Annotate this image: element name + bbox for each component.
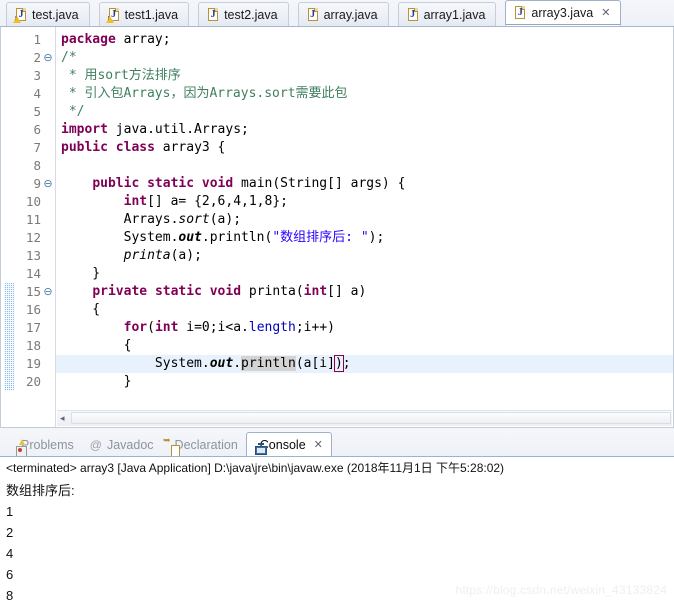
editor-tab-label: array.java bbox=[323, 7, 378, 22]
java-file-icon: J bbox=[307, 7, 319, 22]
line-number: 13 bbox=[25, 248, 41, 263]
editor-tab-array-java[interactable]: Jarray.java bbox=[297, 2, 389, 26]
console-output-line: 4 bbox=[6, 546, 14, 561]
code-line[interactable]: printa(a); bbox=[57, 247, 673, 265]
code-line[interactable]: import java.util.Arrays; bbox=[57, 121, 673, 139]
editor-tab-bar: J! test.java J! test1.java Jtest2.java Jarray… bbox=[0, 0, 674, 27]
line-number: 14 bbox=[25, 266, 41, 281]
editor-tab-label: test.java bbox=[32, 7, 79, 22]
line-number: 11 bbox=[25, 212, 41, 227]
console-tab-declaration[interactable]: ➥ Declaration bbox=[162, 434, 246, 457]
line-number: 18 bbox=[25, 338, 41, 353]
code-line[interactable]: */ bbox=[57, 103, 673, 121]
console-output-line: 6 bbox=[6, 567, 14, 582]
console-tab-label: Declaration bbox=[174, 438, 238, 452]
line-number: 10 bbox=[25, 194, 41, 209]
scroll-left-arrow-icon[interactable]: ◂ bbox=[60, 413, 65, 423]
line-number: 8 bbox=[33, 158, 41, 173]
eclipse-window: J! test.java J! test1.java Jtest2.java Jarray… bbox=[0, 0, 674, 603]
console-tab-bar: Problems @ Javadoc ➥ Declaration Console ✕ bbox=[0, 430, 674, 457]
editor-tab-test1-java[interactable]: J! test1.java bbox=[98, 2, 190, 26]
editor-body[interactable]: 1 2 ⊖ 3 4 5 6 7 8 9 ⊖ 10 11 12 13 14 15 ⊖ 16 17 18 19 20 packa… bbox=[0, 27, 674, 428]
editor-tab-array3-java[interactable]: Jarray3.java ✕ bbox=[505, 0, 622, 26]
code-line[interactable]: * 用sort方法排序 bbox=[57, 67, 673, 85]
code-line[interactable]: * 引入包Arrays，因为Arrays.sort需要此包 bbox=[57, 85, 673, 103]
scrollbar-thumb[interactable] bbox=[71, 412, 671, 424]
line-number: 15 bbox=[25, 284, 41, 299]
line-number: 1 bbox=[33, 32, 41, 47]
console-body[interactable]: <terminated> array3 [Java Application] D… bbox=[0, 456, 674, 603]
code-line[interactable]: System.out.println(a[i]); bbox=[57, 355, 673, 373]
console-tab-javadoc[interactable]: @ Javadoc bbox=[82, 434, 162, 456]
editor-tab-label: test1.java bbox=[124, 7, 179, 22]
java-file-icon: J bbox=[407, 7, 419, 22]
code-line[interactable]: { bbox=[57, 301, 673, 319]
line-number: 12 bbox=[25, 230, 41, 245]
code-line[interactable] bbox=[57, 157, 673, 175]
line-number: 4 bbox=[33, 86, 41, 101]
console-tab-problems[interactable]: Problems bbox=[8, 434, 82, 457]
code-line[interactable]: private static void printa(int[] a) bbox=[57, 283, 673, 301]
editor-tab-test2-java[interactable]: Jtest2.java bbox=[198, 2, 289, 26]
line-number: 19 bbox=[25, 356, 41, 371]
console-tab-console[interactable]: Console ✕ bbox=[245, 432, 332, 456]
java-file-warning-icon: J! bbox=[13, 7, 27, 23]
line-number: 2 bbox=[33, 50, 41, 65]
line-number: 20 bbox=[25, 374, 41, 389]
code-line[interactable]: for(int i=0;i<a.length;i++) bbox=[57, 319, 673, 337]
line-number: 3 bbox=[33, 68, 41, 83]
close-icon[interactable]: ✕ bbox=[314, 438, 323, 451]
java-file-warning-icon: J! bbox=[105, 7, 120, 23]
console-part: Problems @ Javadoc ➥ Declaration Console ✕ <te… bbox=[0, 430, 674, 603]
line-number: 6 bbox=[33, 122, 41, 137]
fold-collapse-icon[interactable]: ⊖ bbox=[42, 49, 54, 67]
fold-collapse-icon[interactable]: ⊖ bbox=[42, 175, 54, 193]
editor-part: J! test.java J! test1.java Jtest2.java Jarray… bbox=[0, 0, 674, 428]
console-output-line: 1 bbox=[6, 504, 14, 519]
line-number: 9 bbox=[33, 176, 41, 191]
editor-tab-label: array3.java bbox=[531, 6, 594, 20]
code-line[interactable]: Arrays.sort(a); bbox=[57, 211, 673, 229]
editor-tab-array1-java[interactable]: Jarray1.java bbox=[397, 2, 497, 26]
java-file-icon: J bbox=[514, 6, 526, 20]
code-line[interactable]: package array; bbox=[57, 31, 673, 49]
line-number: 16 bbox=[25, 302, 41, 317]
code-line[interactable]: /* bbox=[57, 49, 673, 67]
line-number-gutter[interactable]: 1 2 ⊖ 3 4 5 6 7 8 9 ⊖ 10 11 12 13 14 15 ⊖ 16 17 18 19 20 bbox=[14, 27, 56, 427]
console-output-line: 数组排序后: bbox=[6, 483, 75, 498]
javadoc-at-icon: @ bbox=[89, 438, 102, 452]
code-line[interactable]: System.out.println("数组排序后: "); bbox=[57, 229, 673, 247]
code-line[interactable]: int[] a= {2,6,4,1,8}; bbox=[57, 193, 673, 211]
editor-horizontal-scrollbar[interactable]: ◂ bbox=[57, 410, 672, 426]
code-line[interactable]: { bbox=[57, 337, 673, 355]
line-number: 7 bbox=[33, 140, 41, 155]
editor-tab-test-java[interactable]: J! test.java bbox=[6, 2, 90, 26]
line-number: 5 bbox=[33, 104, 41, 119]
java-file-icon: J bbox=[207, 7, 219, 22]
code-line[interactable]: } bbox=[57, 265, 673, 283]
code-line[interactable]: } bbox=[57, 373, 673, 391]
console-terminated-line: <terminated> array3 [Java Application] D… bbox=[6, 461, 505, 475]
console-tab-label: Problems bbox=[21, 438, 74, 452]
code-line[interactable]: public class array3 { bbox=[57, 139, 673, 157]
code-area[interactable]: package array;/* * 用sort方法排序 * 引入包Arrays… bbox=[57, 27, 673, 427]
close-icon[interactable]: ✕ bbox=[601, 7, 610, 19]
console-output-line: 2 bbox=[6, 525, 14, 540]
editor-tab-label: test2.java bbox=[224, 7, 278, 22]
watermark: https://blog.csdn.net/weixin_43133824 bbox=[455, 583, 667, 597]
line-number: 17 bbox=[25, 320, 41, 335]
code-line[interactable]: public static void main(String[] args) { bbox=[57, 175, 673, 193]
editor-tab-label: array1.java bbox=[423, 7, 486, 22]
console-tab-label: Javadoc bbox=[106, 438, 154, 452]
fold-collapse-icon[interactable]: ⊖ bbox=[42, 283, 54, 301]
